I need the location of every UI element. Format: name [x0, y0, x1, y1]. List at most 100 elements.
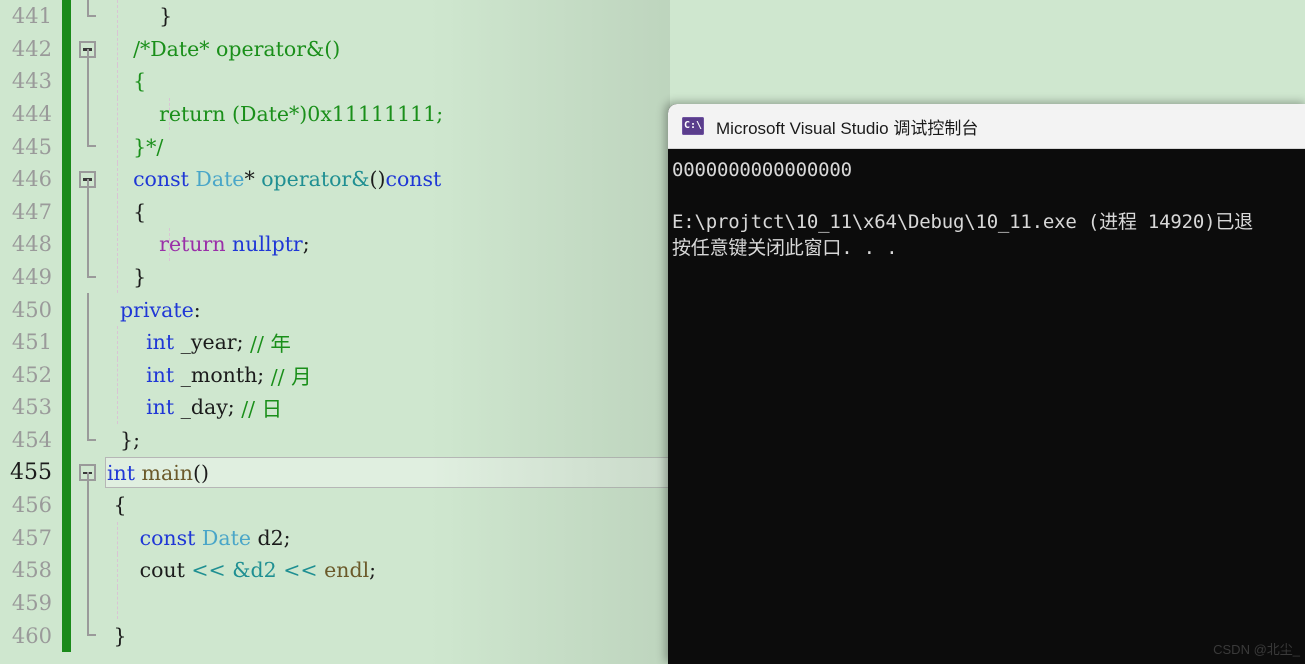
outline-end-tick — [87, 634, 96, 637]
code-token-fn: &d2 — [232, 558, 277, 583]
outline-end-tick — [87, 15, 96, 17]
code-line-442[interactable]: 442 /*Date* operator&() — [0, 32, 1305, 66]
outlining-column[interactable] — [71, 260, 105, 294]
outline-vertical-line — [87, 391, 89, 424]
unsaved-change-bar — [62, 0, 71, 33]
code-token-kw: const — [139, 525, 196, 550]
debug-console-window[interactable]: C:\ Microsoft Visual Studio 调试控制台 000000… — [668, 104, 1305, 664]
code-text[interactable]: /*Date* operator&() — [105, 32, 1305, 66]
code-token-type: Date — [201, 525, 251, 550]
line-number: 450 — [11, 297, 52, 322]
outline-vertical-line — [87, 358, 89, 392]
unsaved-change-bar — [62, 32, 71, 66]
outlining-column[interactable] — [71, 293, 105, 326]
outline-end-tick — [87, 145, 96, 148]
console-titlebar[interactable]: C:\ Microsoft Visual Studio 调试控制台 — [668, 104, 1305, 149]
line-number: 458 — [11, 558, 52, 583]
outlining-column[interactable] — [71, 488, 105, 522]
outlining-column[interactable] — [71, 586, 105, 620]
code-token-plain: ; — [302, 232, 310, 257]
line-number: 454 — [11, 428, 52, 453]
outline-vertical-line — [87, 260, 89, 277]
console-output-line: 按任意键关闭此窗口. . . — [672, 237, 898, 259]
code-token-plain: { — [107, 493, 127, 518]
console-output-area[interactable]: 0000000000000000 E:\projtct\10_11\x64\Deb… — [668, 149, 1305, 261]
outline-vertical-line — [87, 293, 89, 326]
code-token-kw: const — [133, 167, 189, 192]
indent-guide — [117, 97, 118, 131]
code-token-plain: } — [107, 623, 127, 648]
code-token-op: << — [283, 558, 318, 583]
indent-guide — [117, 162, 118, 196]
outlining-column[interactable] — [71, 554, 105, 587]
indent-guide — [117, 325, 118, 359]
unsaved-change-bar — [62, 195, 71, 229]
code-token-cmt: { — [107, 69, 147, 94]
code-line-443[interactable]: 443 { — [0, 65, 1305, 98]
outline-vertical-line — [87, 0, 89, 16]
line-number: 445 — [11, 134, 52, 159]
unsaved-change-bar — [62, 521, 71, 555]
code-token-cmt: // 日 — [241, 397, 283, 422]
code-token-plain: : — [193, 297, 201, 322]
code-token-plain: d2; — [250, 525, 291, 550]
outlining-column[interactable] — [71, 423, 105, 457]
code-token-kw: int — [146, 395, 175, 420]
outline-vertical-line — [87, 554, 89, 587]
outlining-column[interactable] — [71, 619, 105, 652]
outlining-column[interactable] — [71, 358, 105, 392]
line-number: 449 — [11, 265, 52, 290]
code-text[interactable]: { — [105, 65, 1305, 98]
code-line-441[interactable]: 441 } — [0, 0, 1305, 33]
code-token-plain: () — [369, 167, 386, 192]
outline-vertical-line — [87, 48, 89, 66]
outline-vertical-line — [87, 178, 89, 196]
outlining-column[interactable] — [71, 163, 105, 196]
outline-vertical-line — [87, 195, 89, 229]
outlining-column[interactable] — [71, 391, 105, 424]
unsaved-change-bar — [62, 325, 71, 359]
outlining-column[interactable] — [71, 0, 105, 33]
console-window-title: Microsoft Visual Studio 调试控制台 — [716, 118, 979, 138]
csdn-watermark: CSDN @北尘_ — [1213, 642, 1300, 657]
outlining-column[interactable] — [71, 521, 105, 555]
indent-guide — [117, 391, 118, 424]
outline-vertical-line — [87, 325, 89, 359]
outlining-column[interactable] — [71, 456, 105, 490]
code-token-kw: int — [107, 460, 135, 485]
indent-guide — [117, 358, 118, 392]
code-token-kw: private — [120, 297, 194, 322]
outline-vertical-line — [87, 619, 89, 636]
unsaved-change-bar — [62, 260, 71, 294]
indent-guide — [117, 0, 118, 33]
outlining-column[interactable] — [71, 65, 105, 98]
outline-vertical-line — [87, 586, 89, 620]
outlining-column[interactable] — [71, 130, 105, 163]
outlining-column[interactable] — [71, 325, 105, 359]
indent-guide — [117, 521, 118, 555]
line-number: 455 — [10, 460, 52, 486]
outline-vertical-line — [87, 488, 89, 522]
outlining-column[interactable] — [71, 195, 105, 229]
code-token-plain: () — [192, 460, 209, 485]
unsaved-change-bar — [62, 293, 71, 326]
code-text[interactable]: } — [105, 0, 1305, 33]
console-output-line: E:\projtct\10_11\x64\Debug\10_11.exe (进程… — [672, 211, 1253, 233]
indent-guide — [117, 554, 118, 587]
outlining-column[interactable] — [71, 33, 105, 66]
line-number: 446 — [11, 167, 52, 192]
code-token-plain: cout — [107, 558, 192, 583]
console-app-icon: C:\ — [682, 117, 704, 135]
line-number: 447 — [11, 199, 52, 224]
outlining-column[interactable] — [71, 228, 105, 261]
outline-end-tick — [87, 438, 96, 441]
indent-guide — [117, 32, 118, 66]
console-app-icon-label: C:\ — [683, 120, 703, 131]
outlining-column[interactable] — [71, 97, 105, 131]
code-token-kw: int — [146, 362, 175, 387]
code-token-plain: ; — [369, 558, 377, 583]
code-token-endl: endl — [324, 558, 370, 583]
